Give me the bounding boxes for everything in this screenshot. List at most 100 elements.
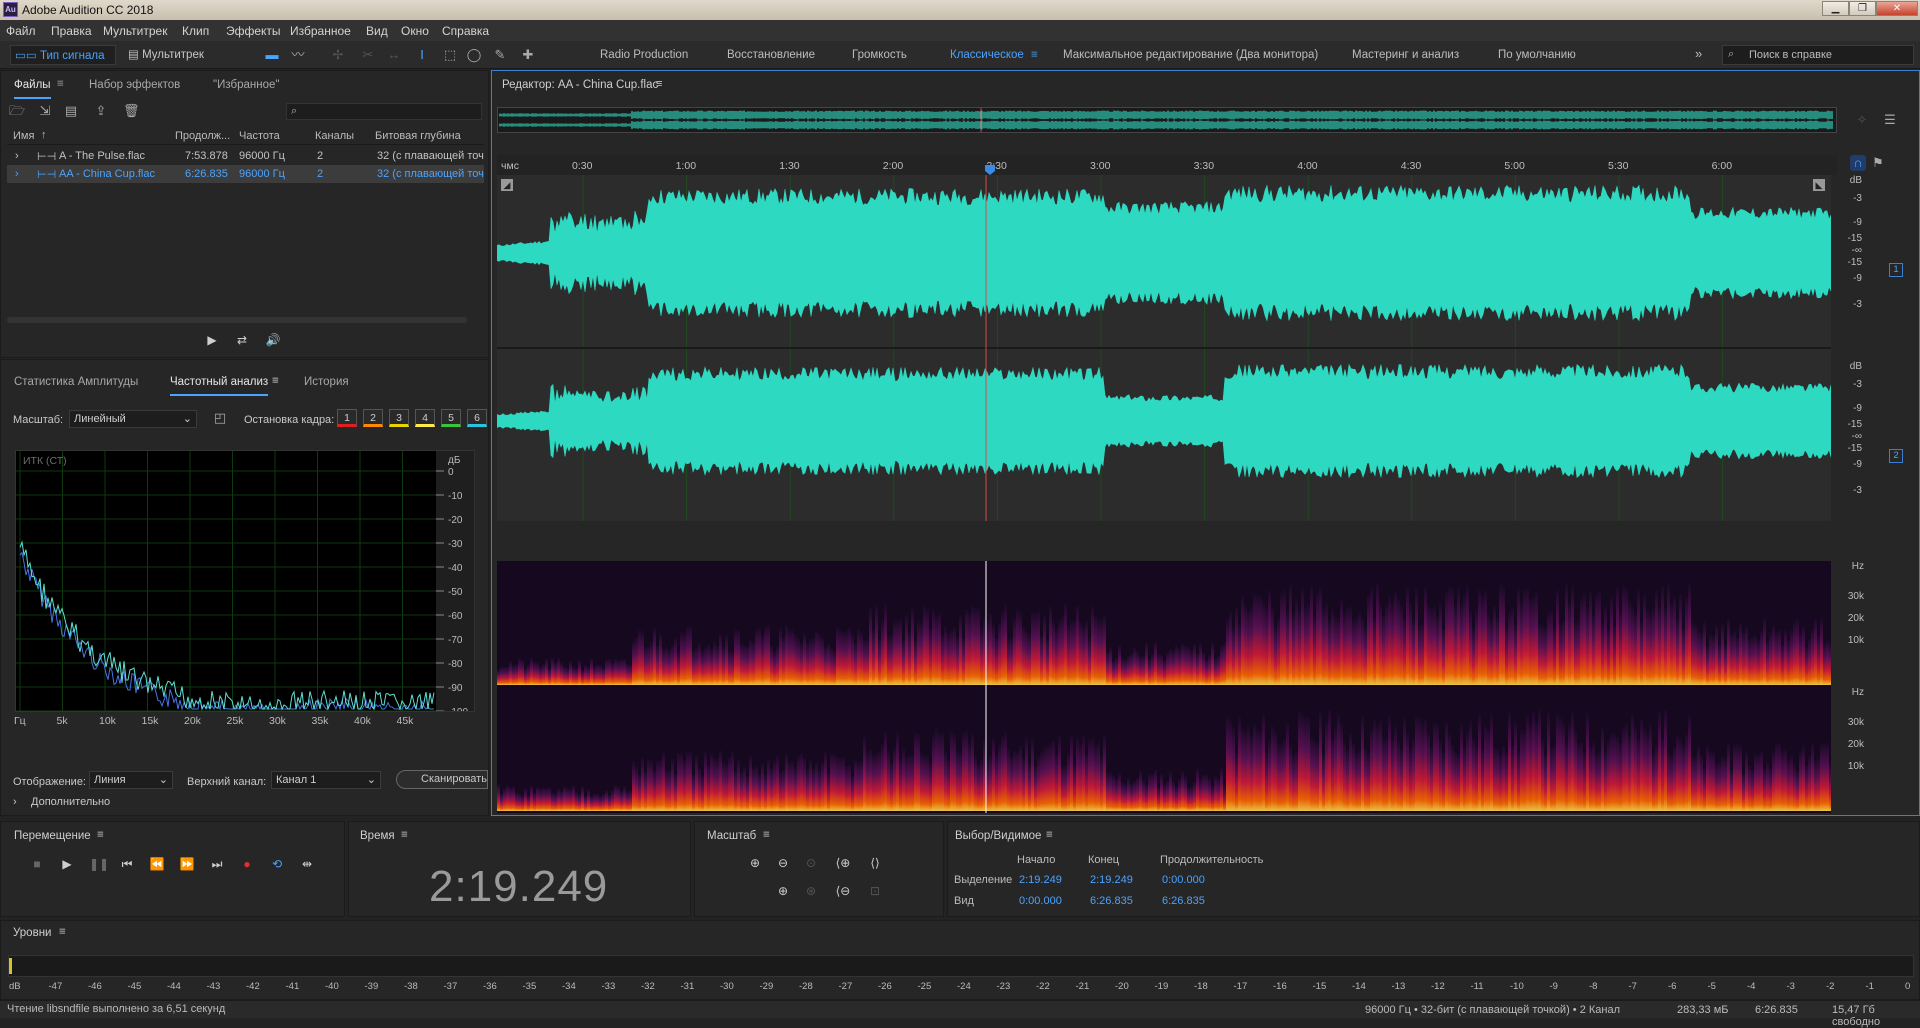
zoom-in-amplitude-icon[interactable]: ⊕ xyxy=(747,856,763,870)
slip-tool-icon[interactable]: ↔ xyxy=(386,47,402,63)
fade-out-handle-icon[interactable]: ◣ xyxy=(1813,179,1825,191)
column-channels[interactable]: Каналы xyxy=(315,130,354,142)
delete-file-icon[interactable]: 🗑 xyxy=(123,103,140,119)
selection-start[interactable]: 2:19.249 xyxy=(1019,874,1062,886)
files-horizontal-scrollbar[interactable] xyxy=(7,317,467,323)
tab-favorites[interactable]: "Избранное" xyxy=(213,79,279,91)
channel-badge-1[interactable]: 1 xyxy=(1889,263,1903,277)
pause-icon[interactable]: ❚❚ xyxy=(89,857,109,871)
time-ruler[interactable]: чмс 0:30 1:00 1:30 2:00 2:30 3:00 3:30 4:00 4:30… xyxy=(497,155,1837,175)
waveform-area[interactable] xyxy=(496,175,1832,521)
panel-menu-icon[interactable]: ≡ xyxy=(1046,829,1053,841)
view-end[interactable]: 6:26.835 xyxy=(1090,895,1133,907)
channel-dropdown[interactable]: Канал 1 ⌄ xyxy=(271,771,381,789)
marker-pin-icon[interactable]: ⚑ xyxy=(1870,155,1886,171)
panel-menu-icon[interactable]: ≡ xyxy=(272,375,279,387)
tab-effects-rack[interactable]: Набор эффектов xyxy=(89,79,180,91)
hold-frame-button-3[interactable]: 3 xyxy=(389,409,409,427)
column-name[interactable]: Имя xyxy=(13,130,34,142)
zoom-out-amplitude-icon[interactable]: ⊖ xyxy=(775,856,791,870)
play-icon[interactable]: ▶ xyxy=(59,857,75,871)
overview-navigator[interactable] xyxy=(497,107,1837,133)
column-rate[interactable]: Частота xyxy=(239,130,280,142)
tab-amplitude-stats[interactable]: Статистика Амплитуды xyxy=(14,376,138,388)
workspace-default[interactable]: По умолчанию xyxy=(1498,49,1576,61)
stop-icon[interactable]: ■ xyxy=(29,857,45,871)
lock-frame-icon[interactable]: ◰ xyxy=(212,410,228,426)
menu-edit[interactable]: Правка xyxy=(51,24,92,38)
column-bit-depth[interactable]: Битовая глубина xyxy=(375,130,461,142)
fast-forward-icon[interactable]: ⏩ xyxy=(179,857,195,871)
expand-icon[interactable]: › xyxy=(15,168,19,180)
table-row[interactable]: › ⊢⊣ A - The Pulse.flac 7:53.878 96000 Г… xyxy=(7,147,484,165)
expand-icon[interactable]: › xyxy=(15,150,19,162)
minimize-button[interactable]: ▁ xyxy=(1822,1,1849,16)
waveform-mode-button[interactable]: ▭▭ Тип сигнала xyxy=(10,45,116,65)
advanced-toggle[interactable]: Дополнительно xyxy=(31,796,110,808)
panel-menu-icon[interactable]: ≡ xyxy=(97,829,104,841)
panel-layout-icon[interactable]: ☰ xyxy=(1882,112,1898,128)
zoom-navigator-icon[interactable]: ✧ xyxy=(1854,112,1870,128)
hold-frame-button-6[interactable]: 6 xyxy=(467,409,487,427)
zoom-out-time-icon[interactable]: ⟨⟩ xyxy=(867,856,883,870)
import-file-icon[interactable]: ⇲ xyxy=(37,103,53,119)
workspace-max-edit[interactable]: Максимальное редактирование (Два монитор… xyxy=(1063,49,1318,61)
scan-button[interactable]: Сканировать xyxy=(396,770,488,789)
spot-healing-icon[interactable]: ✚ xyxy=(520,47,536,63)
display-dropdown[interactable]: Линия ⌄ xyxy=(89,771,173,789)
loop-preview-icon[interactable]: ⇄ xyxy=(234,333,250,347)
new-file-icon[interactable]: ▤ xyxy=(63,103,79,119)
insert-into-multitrack-icon[interactable]: ⇪ xyxy=(93,103,109,119)
hold-frame-button-4[interactable]: 4 xyxy=(415,409,435,427)
playhead-handle[interactable] xyxy=(985,165,995,175)
panel-menu-icon[interactable]: ≡ xyxy=(59,926,66,938)
menu-window[interactable]: Окно xyxy=(401,24,429,38)
autoplay-icon[interactable]: 🔊 xyxy=(265,333,281,347)
hold-frame-button-2[interactable]: 2 xyxy=(363,409,383,427)
spectral-view-icon[interactable]: 〰 xyxy=(290,47,306,63)
close-button[interactable]: ✕ xyxy=(1876,1,1918,16)
hold-frame-button-5[interactable]: 5 xyxy=(441,409,461,427)
help-search-placeholder[interactable]: Поиск в справке xyxy=(1749,49,1832,61)
zoom-in-time-icon[interactable]: ⟨⊕ xyxy=(835,856,851,870)
skip-to-start-icon[interactable]: ⏮ xyxy=(119,857,135,872)
hold-frame-button-1[interactable]: 1 xyxy=(337,409,357,427)
open-file-icon[interactable]: 🗁 xyxy=(9,103,25,119)
skip-selection-icon[interactable]: ⇹ xyxy=(299,857,315,871)
menu-help[interactable]: Справка xyxy=(442,24,489,38)
snap-icon[interactable]: ∩ xyxy=(1850,155,1866,171)
workspace-mastering[interactable]: Мастеринг и анализ xyxy=(1352,49,1459,61)
workspace-menu-icon[interactable]: ≡ xyxy=(1031,49,1038,61)
zoom-full-icon[interactable]: ⟨⊖ xyxy=(835,884,851,898)
selection-end[interactable]: 2:19.249 xyxy=(1090,874,1133,886)
rewind-icon[interactable]: ⏪ xyxy=(149,857,165,871)
zoom-reset-icon[interactable]: ⊙ xyxy=(803,856,819,870)
workspace-restoration[interactable]: Восстановление xyxy=(727,49,815,61)
spectral-area[interactable] xyxy=(497,561,1832,813)
skip-to-end-icon[interactable]: ⏭ xyxy=(209,857,225,872)
workspace-radio-production[interactable]: Radio Production xyxy=(600,49,688,61)
editor-menu-icon[interactable]: ≡ xyxy=(656,78,662,90)
panel-menu-icon[interactable]: ≡ xyxy=(763,829,770,841)
zoom-in-point-icon[interactable]: ⊕ xyxy=(775,884,791,898)
expand-icon[interactable]: › xyxy=(13,796,17,808)
waveform-view-icon[interactable]: ▬ xyxy=(264,47,280,63)
view-start[interactable]: 0:00.000 xyxy=(1019,895,1062,907)
workspace-classic[interactable]: Классическое xyxy=(950,49,1024,61)
time-selection-tool-icon[interactable]: I xyxy=(414,47,430,63)
panel-menu-icon[interactable]: ≡ xyxy=(401,829,408,841)
files-search-input[interactable]: ⌕ xyxy=(286,103,482,120)
menu-effects[interactable]: Эффекты xyxy=(226,24,281,38)
current-time-display[interactable]: 2:19.249 xyxy=(429,862,608,912)
help-search-box[interactable]: ⌕ Поиск в справке xyxy=(1722,45,1914,65)
marquee-tool-icon[interactable]: ⬚ xyxy=(442,47,458,63)
tab-files[interactable]: Файлы xyxy=(14,79,51,99)
move-tool-icon[interactable]: ✢ xyxy=(330,47,346,63)
multitrack-mode-button[interactable]: ▤ Мультитрек xyxy=(124,45,220,65)
zoom-fit-icon[interactable]: ⊡ xyxy=(867,884,883,898)
fade-in-handle-icon[interactable]: ◢ xyxy=(501,179,513,191)
more-workspaces-icon[interactable]: » xyxy=(1695,46,1702,61)
record-icon[interactable]: ● xyxy=(239,857,255,871)
menu-file[interactable]: Файл xyxy=(6,24,36,38)
menu-view[interactable]: Вид xyxy=(366,24,388,38)
